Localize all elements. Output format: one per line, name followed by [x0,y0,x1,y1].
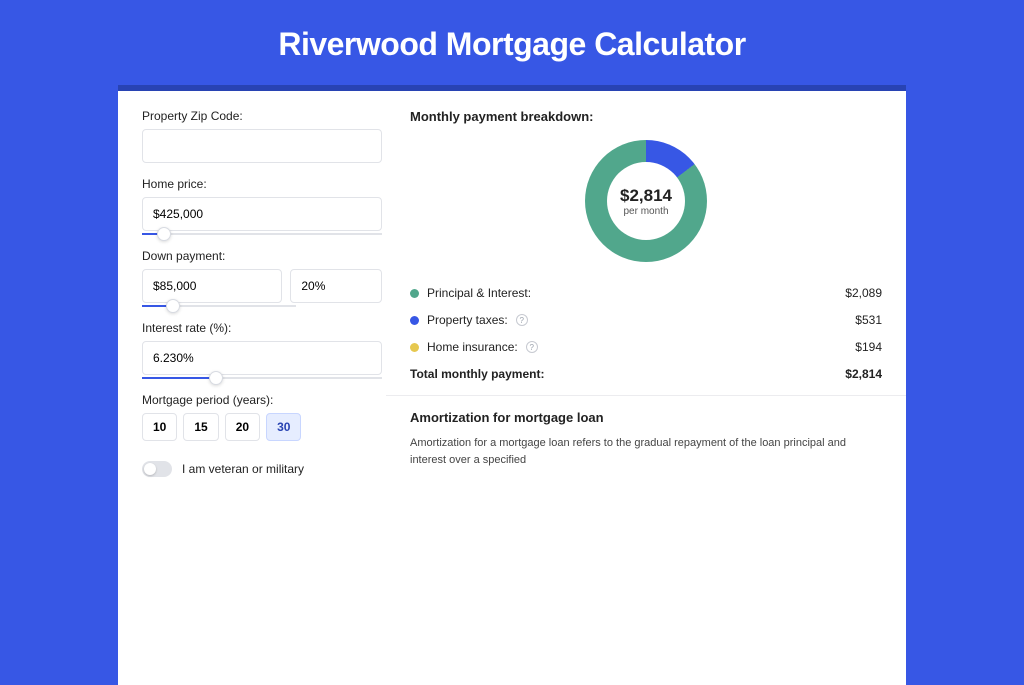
slider-thumb[interactable] [157,227,171,241]
legend-row: Property taxes:? $531 [410,313,882,327]
zip-label: Property Zip Code: [142,109,382,123]
page-title: Riverwood Mortgage Calculator [0,0,1024,85]
veteran-toggle[interactable] [142,461,172,477]
legend-total-row: Total monthly payment: $2,814 [410,367,882,381]
breakdown-title: Monthly payment breakdown: [410,109,882,124]
legend-total-value: $2,814 [845,367,882,381]
homeprice-label: Home price: [142,177,382,191]
calculator-card: Property Zip Code: Home price: Down paym… [118,85,906,685]
period-option-30[interactable]: 30 [266,413,301,441]
rate-label: Interest rate (%): [142,321,382,335]
info-icon[interactable]: ? [516,314,528,326]
legend-row: Principal & Interest: $2,089 [410,286,882,300]
amortization-body: Amortization for a mortgage loan refers … [410,435,882,468]
legend-value: $531 [855,313,882,327]
legend-total-label: Total monthly payment: [410,367,544,381]
period-option-10[interactable]: 10 [142,413,177,441]
legend-dot [410,316,419,325]
donut-chart: $2,814 per month [410,130,882,278]
veteran-toggle-label: I am veteran or military [182,462,304,476]
legend-row: Home insurance:? $194 [410,340,882,354]
rate-input[interactable] [142,341,382,375]
downpayment-label: Down payment: [142,249,382,263]
form-panel: Property Zip Code: Home price: Down paym… [142,109,382,667]
info-icon[interactable]: ? [526,341,538,353]
downpayment-input[interactable] [142,269,282,303]
downpayment-slider[interactable] [142,305,296,307]
legend-value: $2,089 [845,286,882,300]
period-option-20[interactable]: 20 [225,413,260,441]
breakdown-panel: Monthly payment breakdown: $2,814 per mo… [410,109,882,667]
rate-slider[interactable] [142,377,382,379]
donut-amount: $2,814 [620,186,672,206]
homeprice-slider[interactable] [142,233,382,235]
divider [386,395,906,396]
legend-dot [410,289,419,298]
legend-label: Principal & Interest: [427,286,531,300]
period-options: 10152030 [142,413,382,441]
legend-dot [410,343,419,352]
period-option-15[interactable]: 15 [183,413,218,441]
legend-label: Home insurance: [427,340,518,354]
donut-subtext: per month [623,206,668,217]
legend-value: $194 [855,340,882,354]
legend: Principal & Interest: $2,089 Property taxe… [410,286,882,381]
legend-label: Property taxes: [427,313,508,327]
amortization-title: Amortization for mortgage loan [410,410,882,425]
period-label: Mortgage period (years): [142,393,382,407]
downpayment-pct-input[interactable] [290,269,382,303]
homeprice-input[interactable] [142,197,382,231]
zip-input[interactable] [142,129,382,163]
slider-thumb[interactable] [166,299,180,313]
slider-thumb[interactable] [209,371,223,385]
